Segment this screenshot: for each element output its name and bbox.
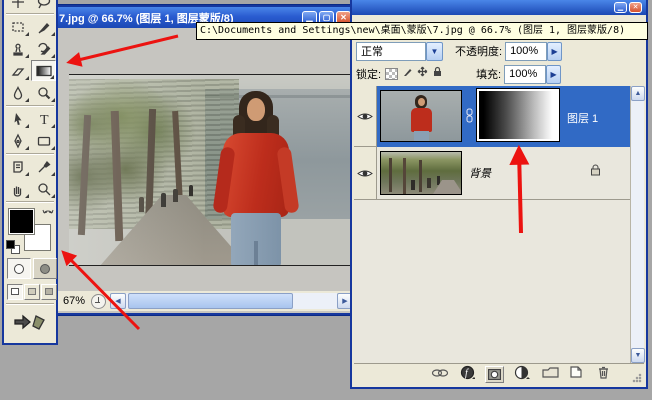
toolbox: T: [2, 0, 58, 345]
adjustment-layer-icon[interactable]: [514, 365, 532, 385]
standard-screen-button[interactable]: [7, 284, 23, 300]
default-colors-icon[interactable]: [6, 240, 20, 254]
opacity-input[interactable]: 100%: [505, 42, 547, 61]
image-document-window: 7.jpg @ 66.7% (图层 1, 图层蒙版/8) ▁ ▢ ✕: [53, 5, 357, 315]
lock-pixels-icon[interactable]: [401, 65, 414, 83]
patch-tool[interactable]: [5, 16, 30, 37]
history-brush-tool[interactable]: [31, 38, 56, 59]
zoom-tool[interactable]: [31, 178, 56, 199]
file-path-tooltip: C:\Documents and Settings\new\桌面\蒙版\7.jp…: [196, 22, 648, 40]
link-layers-icon[interactable]: [430, 366, 450, 384]
eyedropper-tool[interactable]: [31, 156, 56, 177]
new-group-icon[interactable]: [542, 366, 559, 384]
photo-haze: [69, 75, 239, 265]
layer-thumbnail[interactable]: [380, 151, 462, 195]
layer-style-icon[interactable]: f: [460, 365, 475, 385]
blend-mode-select[interactable]: 正常: [356, 42, 426, 61]
layer-mask-thumbnail[interactable]: [476, 88, 560, 142]
tooltip-text: C:\Documents and Settings\new\桌面\蒙版\7.jp…: [200, 25, 625, 36]
woman-face: [247, 98, 265, 121]
svg-text:T: T: [40, 113, 49, 127]
gradient-tool[interactable]: [31, 60, 56, 81]
lasso-tool[interactable]: [31, 0, 56, 12]
shape-tool[interactable]: [31, 130, 56, 151]
imageready-jump-button[interactable]: [10, 308, 52, 336]
swap-colors-icon[interactable]: [42, 204, 54, 222]
add-mask-icon[interactable]: [485, 366, 504, 383]
hscroll-left-arrow[interactable]: ◀: [110, 293, 126, 309]
opacity-slider-icon[interactable]: ▶: [547, 42, 562, 61]
hscroll-track[interactable]: [126, 293, 337, 309]
blend-mode-value: 正常: [361, 43, 383, 59]
visibility-toggle[interactable]: [354, 147, 377, 200]
photoshop-workspace: 7.jpg @ 66.7% (图层 1, 图层蒙版/8) ▁ ▢ ✕: [0, 0, 652, 400]
layer-row-background[interactable]: 背景: [354, 147, 630, 200]
vscroll-down-arrow[interactable]: ▼: [631, 348, 645, 363]
path-select-tool[interactable]: [5, 108, 30, 129]
lock-label: 锁定:: [356, 66, 381, 82]
woman-jeans-split: [254, 241, 258, 266]
delete-layer-icon[interactable]: [597, 365, 610, 384]
panel-minimize-button[interactable]: ▁: [614, 2, 627, 13]
quick-mask-mode-button[interactable]: [33, 258, 57, 279]
hscroll-thumb[interactable]: [128, 293, 293, 309]
layer-row-1[interactable]: 图层 1: [354, 86, 630, 147]
layers-panel-bottombar: f: [354, 363, 644, 385]
zoom-level[interactable]: 67%: [57, 295, 91, 307]
panel-resize-grip[interactable]: [631, 372, 643, 384]
mask-link-icon[interactable]: [465, 108, 474, 129]
opacity-value: 100%: [510, 45, 538, 57]
panel-close-button[interactable]: ✕: [629, 2, 642, 13]
opacity-label: 不透明度:: [455, 43, 502, 59]
status-info-icon[interactable]: [91, 294, 106, 309]
fill-label: 填充:: [476, 66, 501, 82]
eye-icon: [357, 168, 373, 179]
vscroll-up-arrow[interactable]: ▲: [631, 86, 645, 101]
brush-tool[interactable]: [31, 16, 56, 37]
layer-thumbnail[interactable]: [380, 90, 462, 142]
lock-transparency-icon[interactable]: [385, 68, 398, 80]
blend-mode-dropdown-icon[interactable]: ▼: [426, 42, 443, 61]
lock-position-icon[interactable]: [416, 65, 429, 83]
layers-panel: ▁ ✕ 正常 ▼ 不透明度: 100% ▶ 锁定: 填充: 10: [350, 0, 648, 389]
hand-tool[interactable]: [5, 178, 30, 199]
foreground-color-swatch[interactable]: [8, 208, 35, 235]
eraser-tool[interactable]: [5, 60, 30, 81]
layer-lock-icon: [589, 163, 602, 182]
pen-tool[interactable]: [5, 130, 30, 151]
fullscreen-menubar-button[interactable]: [24, 284, 40, 300]
layers-panel-titlebar[interactable]: ▁ ✕: [352, 0, 646, 15]
fullscreen-button[interactable]: [41, 284, 57, 300]
canvas-area[interactable]: [57, 30, 353, 291]
layer-name[interactable]: 图层 1: [567, 110, 598, 126]
fill-input[interactable]: 100%: [504, 65, 546, 84]
standard-mode-button[interactable]: [7, 258, 31, 279]
dodge-tool[interactable]: [31, 82, 56, 103]
new-layer-icon[interactable]: [569, 365, 583, 384]
notes-tool[interactable]: [5, 156, 30, 177]
visibility-toggle[interactable]: [354, 86, 377, 147]
lock-all-icon[interactable]: [431, 65, 444, 83]
fill-value: 100%: [509, 68, 537, 80]
image-window-statusbar: 67% ◀ ▶: [57, 291, 353, 311]
blur-tool[interactable]: [5, 82, 30, 103]
move-tool[interactable]: [5, 0, 30, 12]
fill-slider-icon[interactable]: ▶: [546, 65, 561, 84]
eye-icon: [357, 111, 373, 122]
type-tool[interactable]: T: [31, 108, 56, 129]
clone-stamp-tool[interactable]: [5, 38, 30, 59]
photo-canvas[interactable]: [69, 74, 353, 266]
layers-list: 图层 1 背景: [354, 86, 644, 363]
layer-name[interactable]: 背景: [469, 165, 491, 181]
